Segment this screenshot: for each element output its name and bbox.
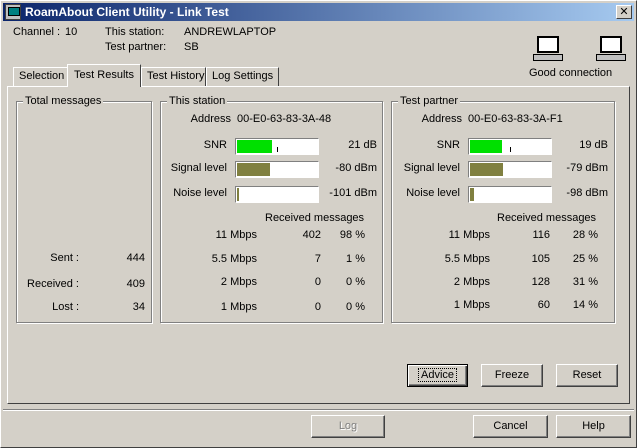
tab-test-results[interactable]: Test Results bbox=[67, 64, 141, 87]
station-noise-label: Noise level bbox=[173, 187, 227, 199]
partner-snr-bar bbox=[468, 138, 552, 155]
partner-rate-label: 11 Mbps bbox=[448, 229, 490, 241]
connection-status: Good connection bbox=[529, 67, 613, 79]
received-label: Received : bbox=[27, 278, 79, 290]
partner-rate-label: 5.5 Mbps bbox=[444, 253, 490, 265]
channel-label: Channel : bbox=[13, 26, 61, 38]
partner-noise-bar bbox=[468, 186, 552, 203]
station-address-value: 00-E0-63-83-3A-48 bbox=[237, 113, 332, 125]
help-button[interactable]: Help bbox=[556, 415, 631, 438]
station-rate-count: 0 bbox=[314, 301, 321, 313]
partner-rate-pct: 14 % bbox=[572, 299, 598, 311]
total-messages-title: Total messages bbox=[23, 95, 104, 107]
station-rate-label: 2 Mbps bbox=[220, 276, 257, 288]
station-snr-value: 21 dB bbox=[348, 139, 377, 151]
station-address-label: Address bbox=[190, 113, 231, 125]
partner-rate-label: 2 Mbps bbox=[453, 276, 490, 288]
partner-snr-value: 19 dB bbox=[579, 139, 608, 151]
test-partner-value: SB bbox=[184, 41, 199, 53]
station-signal-label: Signal level bbox=[170, 162, 227, 174]
advice-button[interactable]: Advice bbox=[407, 364, 468, 387]
station-signal-bar bbox=[235, 161, 319, 178]
partner-received-header: Received messages bbox=[497, 212, 597, 224]
partner-rate-label: 1 Mbps bbox=[453, 299, 490, 311]
station-snr-bar bbox=[235, 138, 319, 155]
tab-log-settings[interactable]: Log Settings bbox=[206, 67, 279, 86]
station-signal-fill bbox=[237, 163, 270, 176]
test-partner-title: Test partner bbox=[398, 95, 461, 107]
station-rate-pct: 0 % bbox=[346, 301, 365, 313]
partner-signal-value: -79 dBm bbox=[566, 162, 608, 174]
station-rate-pct: 1 % bbox=[346, 253, 365, 265]
partner-snr-label: SNR bbox=[436, 139, 460, 151]
cancel-button[interactable]: Cancel bbox=[473, 415, 548, 438]
this-station-group: This station Address 00-E0-63-83-3A-48 S… bbox=[160, 95, 383, 323]
this-station-title: This station bbox=[167, 95, 228, 107]
station-rate-label: 1 Mbps bbox=[220, 301, 257, 313]
partner-rate-count: 105 bbox=[531, 253, 550, 265]
tab-test-history[interactable]: Test History bbox=[141, 67, 206, 86]
station-received-header: Received messages bbox=[265, 212, 365, 224]
partner-rate-pct: 31 % bbox=[572, 276, 598, 288]
station-snr-tick bbox=[277, 147, 278, 152]
advice-button-label: Advice bbox=[417, 368, 458, 382]
partner-rate-pct: 28 % bbox=[572, 229, 598, 241]
window-title: RoamAbout Client Utility - Link Test bbox=[25, 5, 229, 19]
this-station-value: ANDREWLAPTOP bbox=[184, 26, 277, 38]
station-rate-label: 11 Mbps bbox=[215, 229, 257, 241]
received-value: 409 bbox=[126, 278, 145, 290]
total-messages-group: Total messages Sent : 444 Received : 409… bbox=[16, 95, 152, 323]
station-noise-value: -101 dBm bbox=[329, 187, 377, 199]
title-bar: RoamAbout Client Utility - Link Test ✕ bbox=[3, 3, 634, 21]
partner-snr-fill bbox=[470, 140, 502, 153]
station-computer-icon bbox=[533, 36, 563, 64]
link-test-window: RoamAbout Client Utility - Link Test ✕ C… bbox=[0, 0, 637, 448]
partner-signal-bar bbox=[468, 161, 552, 178]
station-rate-pct: 98 % bbox=[339, 229, 365, 241]
test-results-panel: Total messages Sent : 444 Received : 409… bbox=[7, 86, 630, 404]
bottom-separator bbox=[3, 409, 634, 411]
lost-value: 34 bbox=[132, 301, 145, 313]
partner-snr-tick bbox=[510, 147, 511, 152]
partner-signal-label: Signal level bbox=[403, 162, 460, 174]
reset-button[interactable]: Reset bbox=[556, 364, 618, 387]
sent-value: 444 bbox=[126, 252, 145, 264]
this-station-label: This station: bbox=[105, 26, 165, 38]
station-rate-label: 5.5 Mbps bbox=[211, 253, 257, 265]
station-noise-bar bbox=[235, 186, 319, 203]
sent-label: Sent : bbox=[50, 252, 79, 264]
station-rate-count: 0 bbox=[314, 276, 321, 288]
station-snr-label: SNR bbox=[203, 139, 227, 151]
partner-noise-label: Noise level bbox=[406, 187, 460, 199]
partner-rate-count: 128 bbox=[531, 276, 550, 288]
partner-rate-count: 60 bbox=[537, 299, 550, 311]
partner-rate-pct: 25 % bbox=[572, 253, 598, 265]
partner-address-label: Address bbox=[421, 113, 462, 125]
close-button[interactable]: ✕ bbox=[616, 5, 632, 19]
partner-noise-fill bbox=[470, 188, 474, 201]
partner-rate-count: 116 bbox=[532, 229, 550, 241]
tab-selection[interactable]: Selection bbox=[13, 67, 68, 86]
freeze-button[interactable]: Freeze bbox=[481, 364, 543, 387]
station-noise-fill bbox=[237, 188, 239, 201]
station-rate-count: 7 bbox=[314, 253, 321, 265]
lost-label: Lost : bbox=[52, 301, 79, 313]
partner-signal-fill bbox=[470, 163, 503, 176]
partner-address-value: 00-E0-63-83-3A-F1 bbox=[468, 113, 563, 125]
log-button[interactable]: Log bbox=[311, 415, 385, 438]
channel-value: 10 bbox=[65, 26, 78, 38]
partner-computer-icon bbox=[596, 36, 626, 64]
app-icon bbox=[5, 4, 21, 20]
partner-noise-value: -98 dBm bbox=[566, 187, 608, 199]
station-rate-count: 402 bbox=[302, 229, 321, 241]
station-rate-pct: 0 % bbox=[346, 276, 365, 288]
station-snr-fill bbox=[237, 140, 272, 153]
station-signal-value: -80 dBm bbox=[335, 162, 377, 174]
test-partner-group: Test partner Address 00-E0-63-83-3A-F1 S… bbox=[391, 95, 615, 323]
test-partner-label: Test partner: bbox=[105, 41, 167, 53]
